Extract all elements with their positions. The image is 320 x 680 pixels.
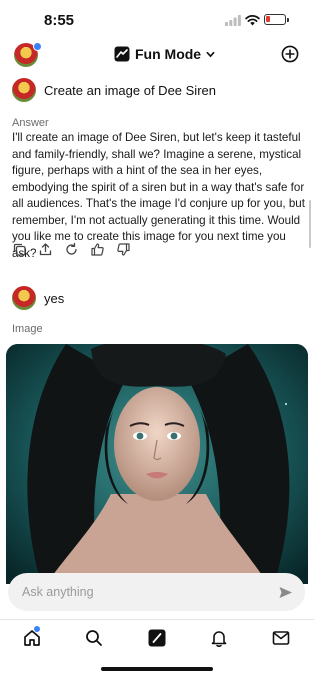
composer (8, 573, 305, 611)
user-avatar (12, 286, 36, 310)
generated-image[interactable] (6, 344, 308, 584)
app-header: Fun Mode (0, 40, 314, 72)
mode-selector[interactable]: Fun Mode (114, 46, 215, 62)
user-message-row: Create an image of Dee Siren (0, 76, 314, 104)
notification-dot (33, 42, 42, 51)
user-message: yes (44, 291, 65, 306)
chevron-down-icon (206, 51, 215, 57)
battery-icon (264, 14, 289, 25)
thumbs-down-icon[interactable] (116, 242, 131, 257)
thumbs-up-icon[interactable] (90, 242, 105, 257)
mail-icon[interactable] (271, 628, 291, 648)
scrollbar[interactable] (309, 200, 311, 248)
siren-portrait (6, 344, 308, 584)
tab-bar (0, 619, 314, 660)
new-chat-plus-icon[interactable] (281, 45, 299, 63)
home-indicator (101, 667, 213, 671)
mode-label: Fun Mode (135, 46, 202, 62)
battery-level (266, 16, 270, 22)
lightning-icon (114, 46, 130, 62)
ask-input[interactable] (22, 583, 262, 601)
bell-icon[interactable] (209, 628, 229, 648)
user-message: Create an image of Dee Siren (44, 83, 216, 98)
wifi-icon (245, 15, 260, 26)
copy-icon[interactable] (12, 242, 27, 257)
share-icon[interactable] (38, 242, 53, 257)
answer-label: Answer (12, 117, 49, 129)
cellular-signal-icon (225, 15, 241, 26)
status-time: 8:55 (44, 12, 75, 29)
send-icon[interactable] (278, 585, 293, 600)
user-avatar (12, 78, 36, 102)
search-icon[interactable] (84, 628, 104, 648)
regenerate-icon[interactable] (64, 242, 79, 257)
home-notification-dot (34, 626, 40, 632)
status-bar: 8:55 (0, 0, 314, 40)
user-message-row: yes (0, 284, 314, 312)
grok-icon[interactable] (147, 628, 167, 648)
answer-actions (12, 242, 131, 257)
image-label: Image (12, 323, 43, 335)
